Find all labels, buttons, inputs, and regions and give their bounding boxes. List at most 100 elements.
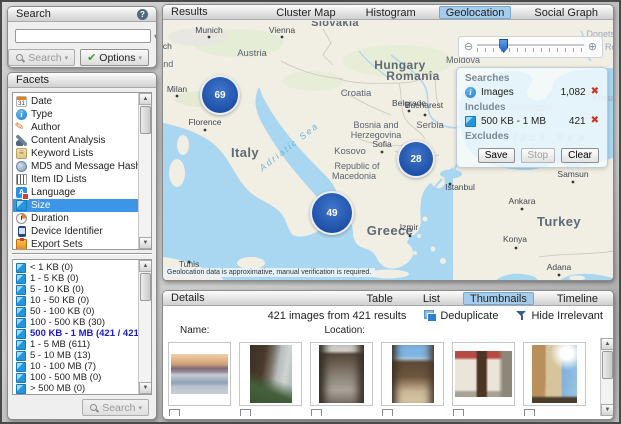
map-cluster-28[interactable]: 28 bbox=[397, 140, 435, 178]
scroll-up-icon[interactable]: ▲ bbox=[139, 93, 152, 105]
scroll-down-icon[interactable]: ▼ bbox=[139, 382, 152, 394]
facet-item-duration[interactable]: Duration bbox=[13, 212, 151, 225]
facet-item-keyword-lists[interactable]: Keyword Lists bbox=[13, 147, 151, 160]
thumbnail-item[interactable] bbox=[381, 342, 444, 406]
chevron-down-icon[interactable]: ▾ bbox=[154, 32, 157, 41]
map-label-switzerland: Switzerland bbox=[163, 59, 173, 69]
zoom-out-icon[interactable]: ⊖ bbox=[464, 42, 473, 53]
tab-geolocation[interactable]: Geolocation bbox=[439, 6, 512, 19]
thumbnail-item[interactable] bbox=[239, 342, 302, 406]
thumbnail-cell bbox=[381, 342, 444, 416]
search-button[interactable]: Search ▾ bbox=[8, 49, 75, 66]
facet-list-scrollbar[interactable]: ▲ ▼ bbox=[138, 93, 151, 249]
geolocation-disclaimer: Geolocation data is approximative, manua… bbox=[163, 268, 375, 277]
stop-button[interactable]: Stop bbox=[521, 148, 556, 163]
thumbnail-item[interactable] bbox=[523, 342, 586, 406]
facet-item-content-analysis[interactable]: Content Analysis bbox=[13, 134, 151, 147]
tab-thumbnails[interactable]: Thumbnails bbox=[463, 292, 534, 305]
scrollbar-thumb[interactable] bbox=[140, 273, 151, 301]
facet-item-device-identifier[interactable]: Device Identifier bbox=[13, 225, 151, 238]
size-bucket-item[interactable]: 10 - 100 MB (7) bbox=[13, 361, 151, 372]
size-bucket-item[interactable]: > 500 MB (0) bbox=[13, 383, 151, 394]
remove-icon[interactable]: ✖ bbox=[591, 116, 599, 126]
options-button[interactable]: ✔ Options ▾ bbox=[80, 49, 149, 66]
size-bucket-icon bbox=[16, 307, 26, 317]
tab-list[interactable]: List bbox=[416, 292, 447, 305]
tab-timeline[interactable]: Timeline bbox=[550, 292, 605, 305]
facet-item-export-sets[interactable]: Export Sets bbox=[13, 238, 151, 250]
thumbnail-checkbox[interactable] bbox=[311, 409, 322, 416]
facet-item-size[interactable]: Size bbox=[13, 199, 151, 212]
size-bucket-item[interactable]: 10 - 50 KB (0) bbox=[13, 295, 151, 306]
scroll-down-icon[interactable]: ▼ bbox=[601, 404, 613, 416]
scrollbar-thumb[interactable] bbox=[602, 351, 613, 379]
details-panel-title: Details bbox=[171, 291, 205, 306]
tab-table[interactable]: Table bbox=[360, 292, 400, 305]
thumbnail-item[interactable] bbox=[168, 342, 231, 406]
size-bucket-item[interactable]: 500 KB - 1 MB (421 / 421) bbox=[13, 328, 151, 339]
size-bucket-item[interactable]: < 1 KB (0) bbox=[13, 262, 151, 273]
map-label-turkey: Turkey bbox=[537, 214, 581, 229]
facet-item-md5-and-message-hash[interactable]: MD5 and Message Hash bbox=[13, 160, 151, 173]
map-label-romania: Romania bbox=[386, 69, 439, 83]
thumbnail-photo bbox=[171, 354, 228, 394]
results-panel: Results Cluster MapHistogramGeolocationS… bbox=[162, 4, 614, 281]
thumbnail-item[interactable] bbox=[452, 342, 515, 406]
size-bucket-item[interactable]: 5 - 10 MB (13) bbox=[13, 350, 151, 361]
remove-icon[interactable]: ✖ bbox=[591, 87, 599, 97]
size-list-scrollbar[interactable]: ▲ ▼ bbox=[138, 260, 151, 394]
search-input[interactable] bbox=[16, 31, 154, 41]
size-bucket-item[interactable]: 50 - 100 KB (0) bbox=[13, 306, 151, 317]
size-bucket-item[interactable]: 100 - 500 MB (0) bbox=[13, 372, 151, 383]
scrollbar-thumb[interactable] bbox=[140, 106, 151, 134]
thumbnail-checkbox[interactable] bbox=[453, 409, 464, 416]
facet-item-item-id-lists[interactable]: Item ID Lists bbox=[13, 173, 151, 186]
tab-cluster-map[interactable]: Cluster Map bbox=[269, 6, 342, 19]
tab-histogram[interactable]: Histogram bbox=[359, 6, 423, 19]
size-bucket-item[interactable]: 100 - 500 KB (30) bbox=[13, 317, 151, 328]
name-filter-input[interactable] bbox=[214, 325, 302, 336]
facet-item-language[interactable]: Language bbox=[13, 186, 151, 199]
map-label-austria: Austria bbox=[237, 48, 267, 59]
search-combobox[interactable]: ▾ bbox=[15, 29, 151, 43]
search-panel-title: Search bbox=[16, 7, 51, 22]
thumbnail-checkbox[interactable] bbox=[169, 409, 180, 416]
city-dot bbox=[204, 129, 207, 132]
location-filter-input[interactable] bbox=[370, 325, 458, 336]
map-cluster-49[interactable]: 49 bbox=[310, 191, 354, 235]
help-icon[interactable]: ? bbox=[137, 9, 148, 20]
size-bucket-item[interactable]: 1 - 5 KB (0) bbox=[13, 273, 151, 284]
clear-button[interactable]: Clear bbox=[561, 148, 599, 163]
size-bucket-label: 500 KB - 1 MB (421 / 421) bbox=[30, 328, 142, 339]
facet-item-author[interactable]: Author bbox=[13, 121, 151, 134]
thumbnail-item[interactable] bbox=[310, 342, 373, 406]
zoom-slider-track[interactable] bbox=[477, 42, 584, 52]
excludes-header: Excludes bbox=[465, 131, 599, 142]
deduplicate-button[interactable]: Deduplicate bbox=[424, 310, 498, 322]
facet-item-label: MD5 and Message Hash bbox=[31, 161, 141, 172]
thumbnail-checkbox[interactable] bbox=[524, 409, 535, 416]
tab-social-graph[interactable]: Social Graph bbox=[527, 6, 605, 19]
map-zoom-control[interactable]: ⊖ ⊕ bbox=[458, 36, 603, 58]
thumbnail-checkbox[interactable] bbox=[240, 409, 251, 416]
device-icon bbox=[18, 226, 26, 237]
facet-item-date[interactable]: Date bbox=[13, 95, 151, 108]
size-bucket-item[interactable]: 5 - 10 KB (0) bbox=[13, 284, 151, 295]
save-button[interactable]: Save bbox=[478, 148, 515, 163]
facet-item-type[interactable]: Type bbox=[13, 108, 151, 121]
geolocation-map[interactable]: SlovakiaHungaryRomaniaItalyGreeceTurkeyA… bbox=[163, 21, 613, 280]
scroll-up-icon[interactable]: ▲ bbox=[601, 338, 613, 350]
thumbnails-scrollbar[interactable]: ▲ ▼ bbox=[600, 338, 613, 416]
city-dot bbox=[188, 261, 191, 264]
map-cluster-69[interactable]: 69 bbox=[200, 75, 240, 115]
export-icon bbox=[16, 239, 27, 250]
zoom-in-icon[interactable]: ⊕ bbox=[588, 42, 597, 53]
hide-irrelevant-button[interactable]: Hide Irrelevant bbox=[516, 310, 603, 322]
scroll-up-icon[interactable]: ▲ bbox=[139, 260, 152, 272]
size-bucket-label: 10 - 50 KB (0) bbox=[30, 295, 89, 306]
scroll-down-icon[interactable]: ▼ bbox=[139, 237, 152, 249]
size-bucket-item[interactable]: 1 - 5 MB (611) bbox=[13, 339, 151, 350]
facet-search-button[interactable]: Search ▾ bbox=[82, 399, 149, 416]
thumbnail-checkbox[interactable] bbox=[382, 409, 393, 416]
size-bucket-label: 5 - 10 KB (0) bbox=[30, 284, 84, 295]
